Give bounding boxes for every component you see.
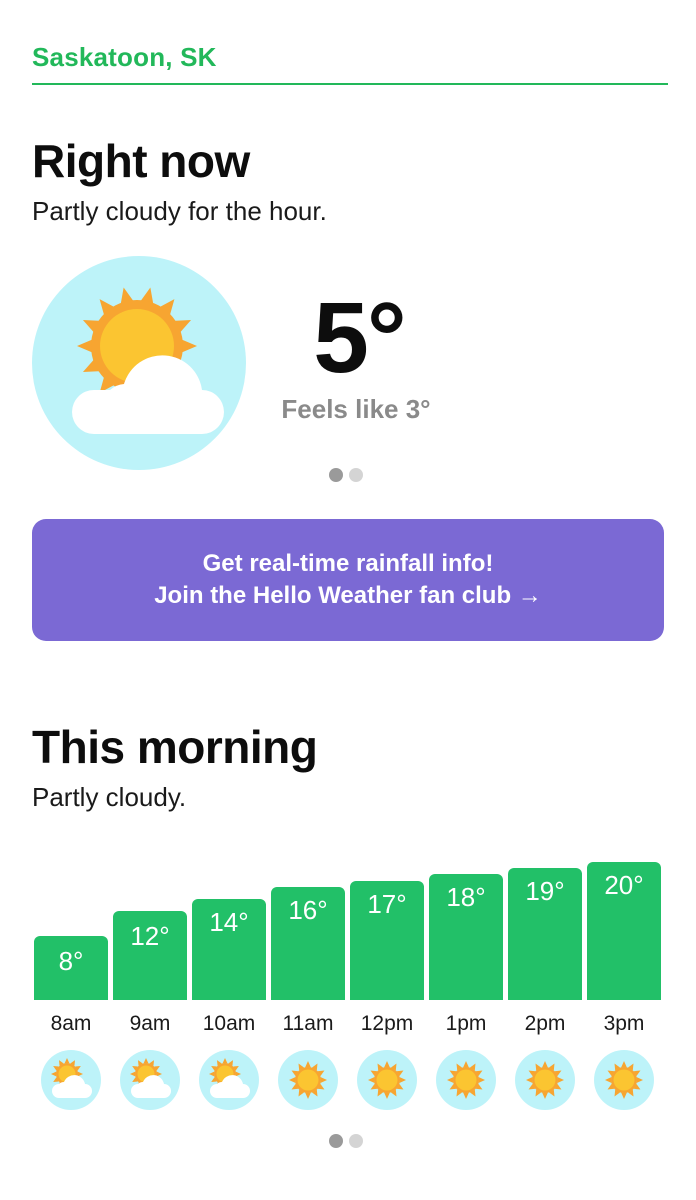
promo-line-1: Get real-time rainfall info! (202, 550, 494, 577)
right-now-heading: Right now (32, 135, 250, 187)
sun-icon (594, 1050, 654, 1110)
hour-label: 9am (129, 1012, 171, 1035)
hour-label: 3pm (603, 1012, 645, 1035)
bar-temperature-label: 18° (446, 882, 486, 913)
hour-label: 1pm (445, 1012, 487, 1035)
sun-icon (357, 1050, 417, 1110)
partly-cloudy-icon (199, 1050, 259, 1110)
sun-icon (436, 1050, 496, 1110)
pager-dot-active[interactable] (329, 1134, 343, 1148)
temperature-bar: 17° (350, 880, 424, 1000)
bar-temperature-label: 14° (209, 907, 249, 937)
hourly-icons (34, 1050, 662, 1110)
bar-temperature-label: 8° (58, 946, 84, 976)
pager-dot-active[interactable] (329, 468, 343, 482)
location-divider (32, 83, 668, 85)
pager-dot[interactable] (349, 468, 363, 482)
now-pager-dots[interactable] (329, 468, 363, 482)
feels-like-label: Feels like 3° (281, 394, 431, 424)
partly-cloudy-icon (32, 256, 246, 470)
partly-cloudy-icon (120, 1050, 180, 1110)
temperature-bar: 19° (508, 868, 582, 1000)
temperature-bar: 20° (587, 862, 661, 1000)
hour-label: 10am (202, 1012, 256, 1035)
fan-club-promo-button[interactable]: Get real-time rainfall info! Join the He… (32, 519, 664, 641)
location-title[interactable]: Saskatoon, SK (32, 42, 217, 73)
temperature-bar: 16° (271, 886, 345, 1000)
promo-line-2: Join the Hello Weather fan club → (154, 582, 542, 609)
current-temperature: 5° (313, 282, 407, 394)
this-morning-summary: Partly cloudy. (32, 782, 187, 812)
pager-dot[interactable] (349, 1134, 363, 1148)
hourly-times: 8am 9am 10am 11am 12pm 1pm 2pm 3pm (34, 1012, 662, 1042)
temperature-bar: 18° (429, 874, 503, 1000)
right-now-summary: Partly cloudy for the hour. (32, 196, 327, 226)
partly-cloudy-icon (41, 1050, 101, 1110)
bar-temperature-label: 20° (604, 870, 644, 900)
bar-temperature-label: 16° (288, 894, 328, 925)
this-morning-heading: This morning (32, 721, 318, 773)
hour-label: 12pm (360, 1012, 414, 1035)
sun-icon (515, 1050, 575, 1110)
hour-label: 2pm (524, 1012, 566, 1035)
hourly-temperature-bars: 8° 12° 14° 16° 17° 18° 19° 20° (34, 860, 662, 1000)
bar-temperature-label: 12° (130, 921, 170, 952)
temperature-bar: 8° (34, 936, 108, 1000)
hour-label: 8am (50, 1012, 92, 1035)
bar-temperature-label: 19° (525, 876, 565, 907)
temperature-bar: 12° (113, 911, 187, 1000)
bar-temperature-label: 17° (367, 888, 407, 919)
hourly-pager-dots[interactable] (329, 1134, 363, 1148)
temperature-bar: 14° (192, 899, 266, 1000)
hour-label: 11am (282, 1012, 334, 1035)
sun-icon (278, 1050, 338, 1110)
